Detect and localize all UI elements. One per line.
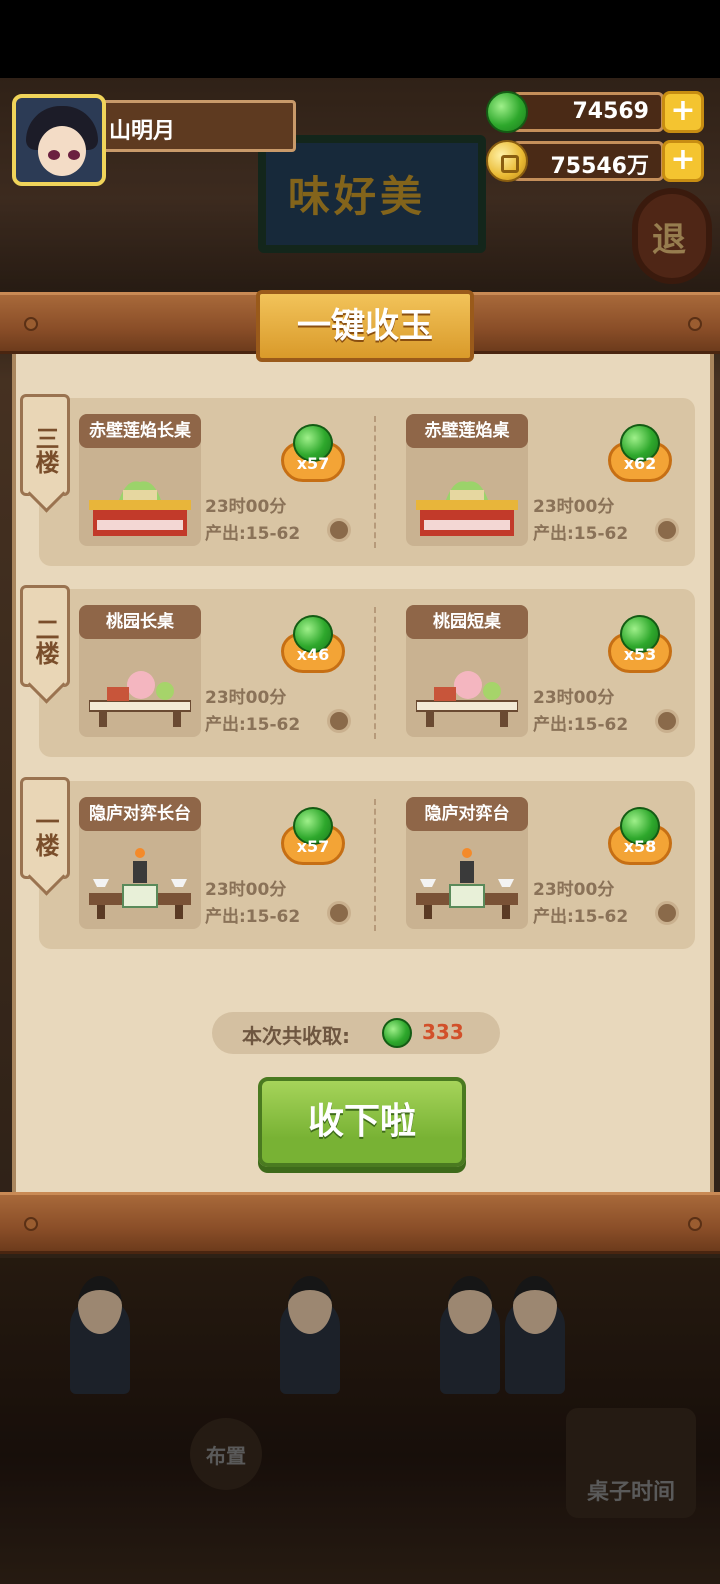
floor-section-3: 赤壁莲焰长桌 x57 23时00分 产出:15-62 赤壁莲焰桌 x62 23时… [39, 398, 695, 566]
player-name-bar: 山明月 [98, 100, 296, 152]
table-name: 赤壁莲焰长桌 [79, 414, 201, 448]
table-time: 23时00分 [205, 688, 287, 708]
jade-reward-badge: x62 [608, 424, 672, 486]
table-output: 产出:15-62 [533, 907, 629, 927]
info-dot-icon[interactable] [327, 518, 351, 542]
reward-count: x58 [623, 837, 657, 856]
reward-count: x62 [623, 454, 657, 473]
jade-amount: 74569 [572, 99, 649, 124]
go-table-icon [416, 848, 518, 919]
nail-icon [24, 1217, 38, 1231]
table-time: 23时00分 [205, 880, 287, 900]
divider [374, 416, 376, 548]
floor-tag-3: 三楼 [20, 394, 70, 496]
table-name: 桃园长桌 [79, 605, 201, 639]
coin-icon [486, 140, 528, 182]
summary-label: 本次共收取: [242, 1024, 350, 1048]
divider [374, 799, 376, 931]
dialog-title-plate: 一键收玉 [256, 290, 474, 362]
avatar-eye [48, 150, 60, 160]
add-jade-button[interactable]: + [662, 91, 704, 133]
reward-count: x57 [296, 837, 330, 856]
info-dot-icon[interactable] [655, 518, 679, 542]
reward-count: x57 [296, 454, 330, 473]
table-card[interactable]: 隐庐对弈台 [406, 797, 528, 929]
jade-reward-badge: x58 [608, 807, 672, 869]
table-card[interactable]: 桃园长桌 [79, 605, 201, 737]
lotus-table-icon [89, 481, 191, 536]
table-output: 产出:15-62 [205, 907, 301, 927]
jade-reward-badge: x53 [608, 615, 672, 677]
table-time: 23时00分 [533, 688, 615, 708]
table-card[interactable]: 桃园短桌 [406, 605, 528, 737]
table-name: 桃园短桌 [406, 605, 528, 639]
floor-section-1: 隐庐对弈长台 x57 23时00分 产出:15-62 隐庐对弈台 x58 23时… [39, 781, 695, 949]
dialog-bottom-beam [0, 1192, 720, 1254]
table-output: 产出:15-62 [205, 524, 301, 544]
peach-table-icon [416, 671, 518, 727]
floor-tag-2: 二楼 [20, 585, 70, 687]
divider [374, 607, 376, 739]
table-time: 23时00分 [533, 497, 615, 517]
table-output: 产出:15-62 [205, 715, 301, 735]
add-coin-button[interactable]: + [662, 140, 704, 182]
table-card[interactable]: 赤壁莲焰桌 [406, 414, 528, 546]
avatar-eye [68, 150, 80, 160]
table-name: 隐庐对弈长台 [79, 797, 201, 831]
jade-counter: 74569 [512, 92, 664, 132]
collect-button[interactable]: 收下啦 [258, 1077, 466, 1167]
reward-count: x53 [623, 645, 657, 664]
nail-icon [688, 317, 702, 331]
table-output: 产出:15-62 [533, 715, 629, 735]
jade-reward-badge: x57 [281, 424, 345, 486]
table-name: 隐庐对弈台 [406, 797, 528, 831]
reward-count: x46 [296, 645, 330, 664]
lotus-table-icon [416, 481, 518, 536]
collect-button-label: 收下啦 [307, 1101, 416, 1142]
jade-icon [382, 1018, 412, 1048]
peach-table-icon [89, 671, 191, 727]
table-card[interactable]: 隐庐对弈长台 [79, 797, 201, 929]
dialog-title: 一键收玉 [297, 306, 433, 346]
table-output: 产出:15-62 [533, 524, 629, 544]
jade-reward-badge: x46 [281, 615, 345, 677]
summary-value: 333 [422, 1020, 464, 1044]
table-card[interactable]: 赤壁莲焰长桌 [79, 414, 201, 546]
info-dot-icon[interactable] [327, 901, 351, 925]
info-dot-icon[interactable] [327, 709, 351, 733]
info-dot-icon[interactable] [655, 901, 679, 925]
table-name: 赤壁莲焰桌 [406, 414, 528, 448]
player-avatar[interactable] [12, 94, 106, 186]
jade-icon [486, 91, 528, 133]
info-dot-icon[interactable] [655, 709, 679, 733]
floor-section-2: 桃园长桌 x46 23时00分 产出:15-62 桃园短桌 x53 23时00分… [39, 589, 695, 757]
coin-amount: 75546万 [550, 154, 649, 179]
nail-icon [688, 1217, 702, 1231]
go-table-icon [89, 848, 191, 919]
total-summary: 本次共收取: 333 [212, 1012, 500, 1054]
coin-counter: 75546万 [512, 141, 664, 181]
nail-icon [24, 317, 38, 331]
table-time: 23时00分 [533, 880, 615, 900]
table-time: 23时00分 [205, 497, 287, 517]
jade-reward-badge: x57 [281, 807, 345, 869]
player-name: 山明月 [109, 119, 176, 144]
floor-tag-1: 一楼 [20, 777, 70, 879]
